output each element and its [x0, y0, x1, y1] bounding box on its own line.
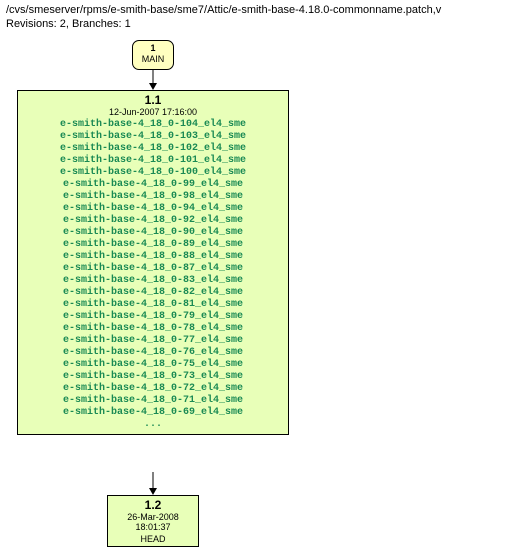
graph-canvas: 1 MAIN 1.1 12-Jun-2007 17:16:00 e-smith-… — [0, 40, 512, 530]
revision-1-2-number: 1.2 — [112, 498, 194, 512]
revision-1-1-date: 12-Jun-2007 17:16:00 — [22, 107, 284, 117]
revision-1-2-node[interactable]: 1.2 26-Mar-2008 18:01:37 HEAD — [107, 495, 199, 547]
revision-1-1-number: 1.1 — [22, 93, 284, 107]
revision-1-1-tags: e-smith-base-4_18_0-104_el4_sme e-smith-… — [22, 119, 284, 419]
branch-main-node[interactable]: 1 MAIN — [132, 40, 174, 70]
branch-main-label: MAIN — [133, 54, 173, 65]
branch-main-count: 1 — [133, 43, 173, 54]
revision-1-1-more: ... — [22, 419, 284, 431]
repo-path: /cvs/smeserver/rpms/e-smith-base/sme7/At… — [0, 0, 512, 18]
revision-1-2-date: 26-Mar-2008 18:01:37 — [112, 512, 194, 532]
repo-meta: Revisions: 2, Branches: 1 — [0, 18, 512, 40]
revision-1-1-node[interactable]: 1.1 12-Jun-2007 17:16:00 e-smith-base-4_… — [17, 90, 289, 435]
